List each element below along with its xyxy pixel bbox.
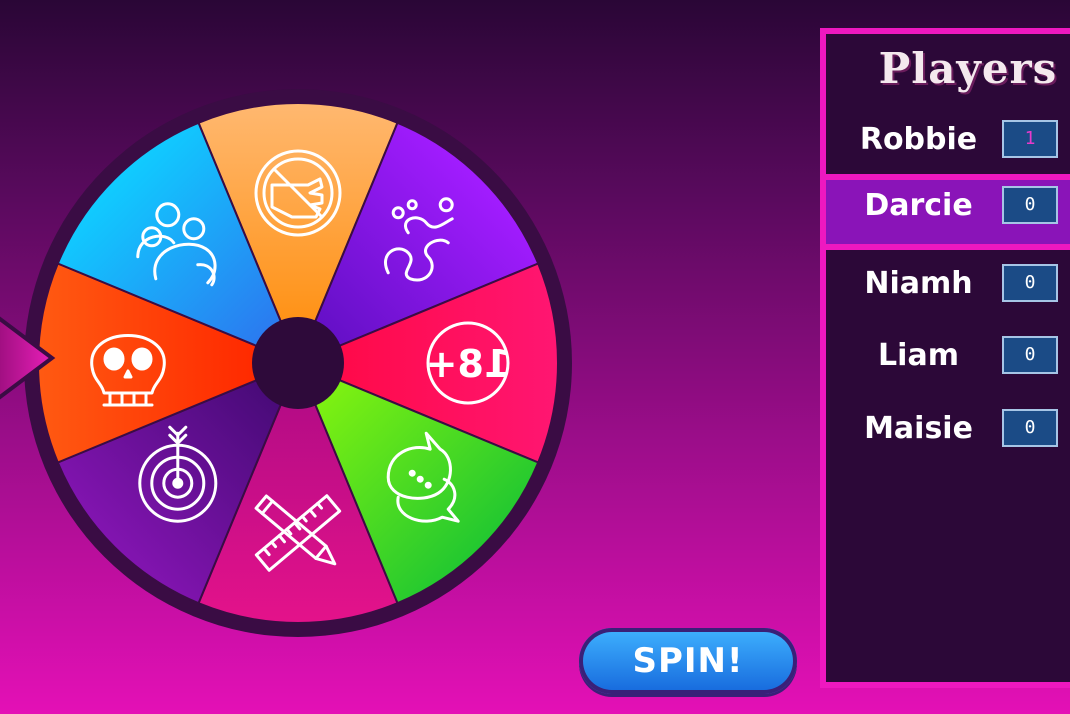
player-score: 0 <box>1002 409 1058 447</box>
player-score: 0 <box>1002 264 1058 302</box>
players-title: Players <box>878 44 1058 93</box>
spin-wheel[interactable]: 18+ <box>22 87 574 639</box>
player-row-active: Darcie 0 <box>826 174 1070 250</box>
player-row: Maisie 0 <box>826 397 1070 461</box>
players-panel: Players Robbie 1 Darcie 0 Niamh 0 Liam 0… <box>820 28 1070 688</box>
player-row: Liam 0 <box>826 324 1070 388</box>
player-score: 0 <box>1002 186 1058 224</box>
wheel-graphic: 18+ <box>24 89 572 637</box>
svg-text:18+: 18+ <box>426 342 511 386</box>
player-row: Niamh 0 <box>826 252 1070 316</box>
player-score: 0 <box>1002 336 1058 374</box>
player-name: Darcie <box>864 188 973 223</box>
spin-button[interactable]: SPIN! <box>579 628 797 694</box>
player-name: Liam <box>878 338 959 373</box>
player-row: Robbie 1 <box>826 108 1070 172</box>
wheel-pointer-icon <box>0 316 56 400</box>
player-name: Robbie <box>859 122 978 157</box>
player-score: 1 <box>1002 120 1058 158</box>
wheel-hub <box>252 317 344 409</box>
player-name: Maisie <box>864 411 973 446</box>
player-name: Niamh <box>864 266 973 301</box>
